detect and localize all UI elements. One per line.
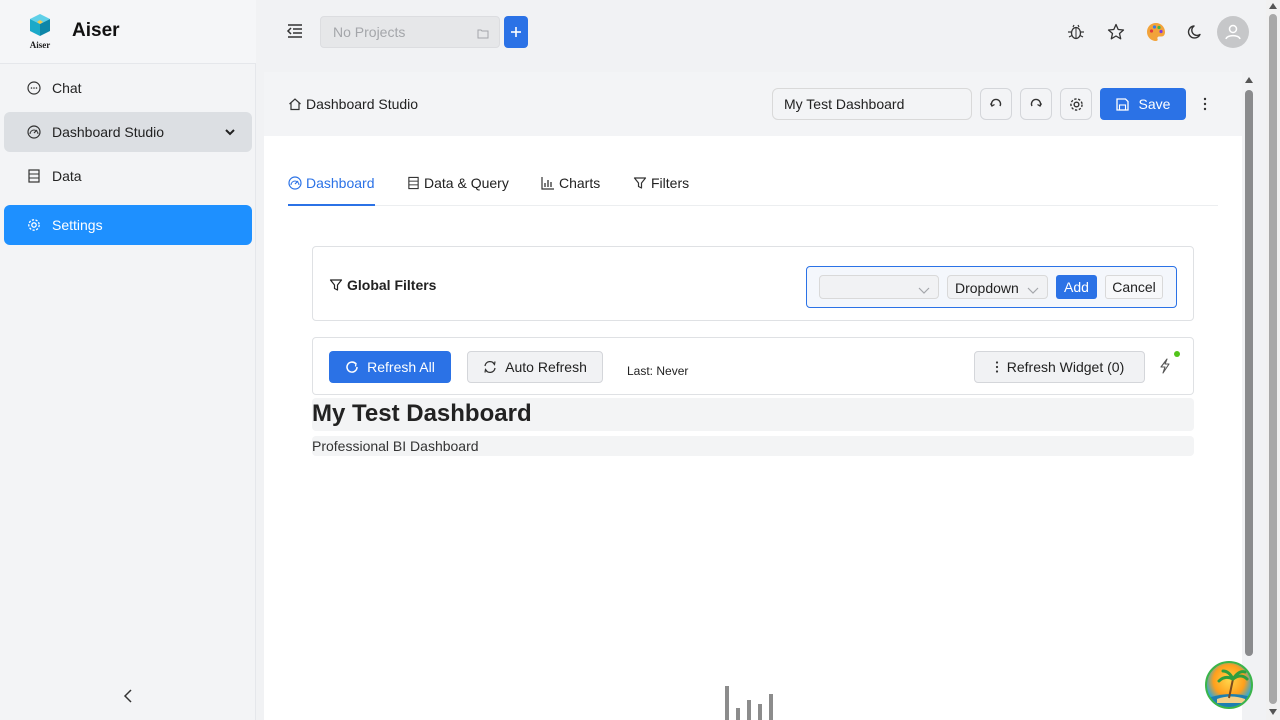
project-select[interactable]: No Projects <box>320 16 500 48</box>
collapse-sidebar-button[interactable] <box>118 686 138 706</box>
home-icon <box>288 97 302 111</box>
redo-button[interactable] <box>1020 88 1052 120</box>
tab-data-query[interactable]: Data & Query <box>407 175 509 206</box>
filter-icon <box>329 278 343 292</box>
add-filter-form: Dropdown Add Cancel <box>806 266 1177 308</box>
auto-refresh-button[interactable]: Auto Refresh <box>467 351 603 383</box>
logo-text: Aiser <box>29 40 51 50</box>
scroll-up-arrow-icon <box>1245 77 1253 83</box>
tab-charts[interactable]: Charts <box>541 175 600 206</box>
filter-type-value: Dropdown <box>955 280 1019 296</box>
breadcrumb-label: Dashboard Studio <box>306 96 419 112</box>
global-filters-label: Global Filters <box>347 277 437 293</box>
floating-assistant-button[interactable] <box>1205 661 1253 709</box>
undo-icon <box>989 98 1002 107</box>
dashboard-settings-button[interactable] <box>1060 88 1092 120</box>
more-options-button[interactable] <box>1200 94 1210 114</box>
sidebar-item-label: Settings <box>52 217 103 233</box>
chevron-down-icon[interactable] <box>224 125 236 141</box>
chevron-left-icon <box>123 689 132 703</box>
dashboard-title[interactable]: My Test Dashboard <box>312 398 1194 431</box>
user-avatar-icon[interactable] <box>1217 16 1249 48</box>
global-filters-card: Global Filters Dropdown Add Cancel <box>312 246 1194 321</box>
sidebar-item-label: Dashboard Studio <box>52 124 165 140</box>
scroll-down-arrow-icon <box>1269 709 1277 715</box>
dashboard-icon <box>288 176 302 190</box>
more-vertical-icon <box>1203 97 1207 111</box>
save-label: Save <box>1138 96 1171 112</box>
page-scrollbar[interactable] <box>1266 0 1280 720</box>
filter-field-select[interactable] <box>819 275 939 299</box>
more-vertical-icon <box>995 361 999 373</box>
gear-icon <box>26 217 42 233</box>
tab-label: Dashboard <box>306 175 375 191</box>
content-scrollbar[interactable] <box>1242 72 1256 720</box>
auto-refresh-label: Auto Refresh <box>505 359 587 375</box>
sync-icon <box>483 360 497 374</box>
tab-label: Filters <box>651 175 690 191</box>
add-project-button[interactable] <box>504 16 528 48</box>
sidebar-item-chat[interactable]: Chat <box>4 68 252 108</box>
gear-icon <box>1069 97 1083 111</box>
menu-fold-icon[interactable] <box>286 22 306 42</box>
star-icon[interactable] <box>1104 20 1128 44</box>
save-button[interactable]: Save <box>1100 88 1186 120</box>
dashboard-subtitle[interactable]: Professional BI Dashboard <box>312 436 1194 456</box>
palette-icon[interactable] <box>1144 20 1168 44</box>
add-filter-button[interactable]: Add <box>1056 275 1097 299</box>
dashboard-name-input[interactable] <box>772 88 972 120</box>
connection-status-dot <box>1174 351 1180 357</box>
sidebar-item-dashboard-studio[interactable]: Dashboard Studio <box>4 112 252 152</box>
breadcrumb[interactable]: Dashboard Studio <box>288 96 418 112</box>
bar-chart-icon <box>541 176 555 190</box>
refresh-widget-label: Refresh Widget (0) <box>1006 359 1125 375</box>
dashboard-gauge-icon <box>26 124 42 140</box>
refresh-all-label: Refresh All <box>367 359 435 375</box>
filter-type-select[interactable]: Dropdown <box>947 275 1048 299</box>
scroll-up-arrow-icon <box>1269 3 1277 9</box>
page-header: Dashboard Studio Save <box>264 72 1242 136</box>
lightning-icon[interactable] <box>1157 357 1173 375</box>
cancel-filter-button[interactable]: Cancel <box>1105 275 1163 299</box>
tab-dashboard[interactable]: Dashboard <box>288 175 375 206</box>
project-select-placeholder: No Projects <box>333 24 406 40</box>
tab-filters[interactable]: Filters <box>633 175 689 206</box>
sidebar-item-data[interactable]: Data <box>4 156 252 196</box>
top-bar: No Projects <box>256 0 1266 64</box>
folder-icon <box>477 26 489 42</box>
tab-label: Data & Query <box>424 175 509 191</box>
page-scroll-thumb[interactable] <box>1269 14 1277 704</box>
moon-icon[interactable] <box>1184 20 1208 44</box>
refresh-all-button[interactable]: Refresh All <box>329 351 451 383</box>
content-scroll-thumb[interactable] <box>1245 90 1253 656</box>
database-icon <box>26 168 42 184</box>
reload-icon <box>345 360 359 374</box>
loading-chart-icon <box>725 686 773 720</box>
sidebar: Aiser Aiser Chat Dashboard Studio Data S… <box>0 0 256 720</box>
plus-icon <box>511 27 521 37</box>
chevron-down-icon <box>1027 282 1039 298</box>
undo-button[interactable] <box>980 88 1012 120</box>
refresh-widget-button[interactable]: Refresh Widget (0) <box>974 351 1145 383</box>
tab-label: Charts <box>559 175 601 191</box>
database-icon <box>407 176 420 190</box>
refresh-toolbar: Refresh All Auto Refresh Last: Never Ref… <box>312 337 1194 395</box>
last-refresh-text: Last: Never <box>627 364 689 378</box>
app-name: Aiser <box>72 20 120 41</box>
brand-header: Aiser Aiser <box>0 0 256 64</box>
main-content: Dashboard Studio Save Dashboard <box>264 72 1242 720</box>
redo-icon <box>1030 98 1043 107</box>
filter-icon <box>633 176 647 190</box>
sidebar-item-label: Data <box>52 168 82 184</box>
chevron-down-icon <box>918 282 930 298</box>
chat-bubble-icon <box>26 80 42 96</box>
global-filters-title: Global Filters <box>329 277 436 293</box>
cube-logo-icon: Aiser <box>26 13 54 53</box>
sidebar-item-settings[interactable]: Settings <box>4 205 252 245</box>
bug-icon[interactable] <box>1064 20 1088 44</box>
sidebar-item-label: Chat <box>52 80 82 96</box>
studio-tabs: Dashboard Data & Query Charts Filters <box>288 168 1218 206</box>
save-icon <box>1115 97 1129 111</box>
